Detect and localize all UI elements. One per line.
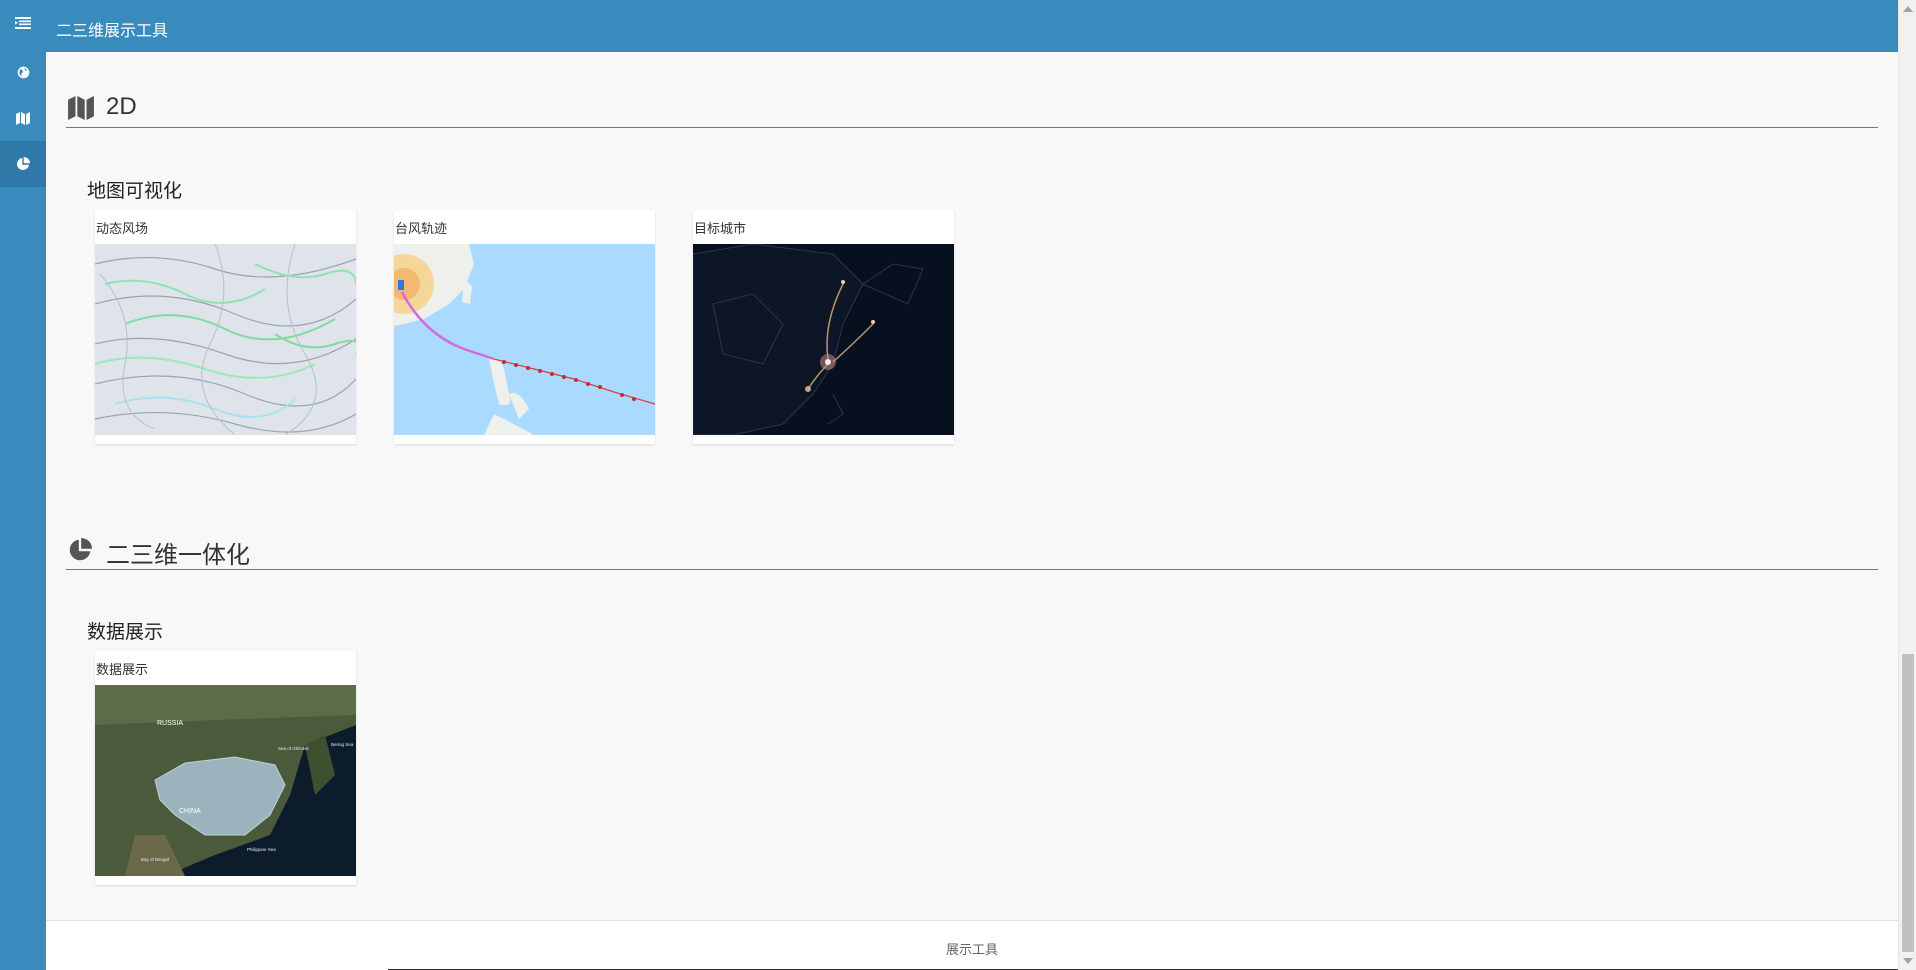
- scrollbar-thumb[interactable]: [1902, 654, 1914, 952]
- footer-text: 展示工具: [945, 942, 998, 957]
- wind-field-thumbnail[interactable]: [95, 244, 356, 435]
- pie-chart-icon: [17, 157, 30, 170]
- group-title: 地图可视化: [87, 181, 183, 202]
- sidebar-toggle-button[interactable]: [0, 0, 46, 46]
- section-title: 2D: [106, 93, 137, 120]
- card-data-display[interactable]: 数据展示 RUSSIA CHINA Sea of Okhotsk Bering …: [95, 651, 356, 885]
- card-label: 台风轨迹: [395, 221, 448, 236]
- map-label-bering-sea: Bering Sea: [331, 742, 354, 747]
- card-target-city[interactable]: 目标城市: [693, 210, 954, 444]
- card-label: 数据展示: [96, 662, 149, 677]
- map-label-sea-of-okhotsk: Sea of Okhotsk: [278, 746, 310, 751]
- scroll-down-arrow-icon[interactable]: [1903, 958, 1913, 964]
- data-display-thumbnail[interactable]: RUSSIA CHINA Sea of Okhotsk Bering Sea P…: [95, 685, 356, 876]
- sidebar: [0, 0, 46, 970]
- section-header-integration: 二三维一体化: [66, 530, 1878, 570]
- card-label: 动态风场: [96, 221, 149, 236]
- target-city-thumbnail[interactable]: [693, 244, 954, 435]
- map-label-philippine-sea: Philippine Sea: [247, 847, 276, 852]
- group-title: 数据展示: [87, 622, 164, 643]
- map-label-russia: RUSSIA: [157, 720, 183, 727]
- pie-chart-icon: [69, 538, 92, 561]
- scroll-up-arrow-icon[interactable]: [1903, 6, 1913, 12]
- card-label: 目标城市: [694, 221, 747, 236]
- map-icon: [68, 96, 94, 120]
- app-title: 二三维展示工具: [56, 23, 169, 40]
- globe-icon: [17, 66, 29, 78]
- map-label-china: CHINA: [179, 808, 201, 815]
- card-wind-field[interactable]: 动态风场: [95, 210, 356, 444]
- menu-icon: [15, 17, 31, 29]
- typhoon-track-thumbnail[interactable]: [394, 244, 655, 435]
- card-typhoon-track[interactable]: 台风轨迹: [394, 210, 655, 444]
- map-icon: [16, 111, 30, 125]
- top-navbar: 二三维展示工具: [46, 0, 1898, 52]
- footer: 展示工具: [46, 920, 1916, 970]
- page-scrollbar[interactable]: [1898, 0, 1916, 970]
- map-label-bay-of-bengal: Bay of Bengal: [141, 857, 169, 862]
- section-header-2d: 2D: [66, 88, 1878, 128]
- sidebar-item-2d[interactable]: [0, 95, 46, 141]
- section-title: 二三维一体化: [106, 542, 250, 569]
- sidebar-item-integration[interactable]: [0, 141, 46, 187]
- sidebar-item-3d[interactable]: [0, 49, 46, 95]
